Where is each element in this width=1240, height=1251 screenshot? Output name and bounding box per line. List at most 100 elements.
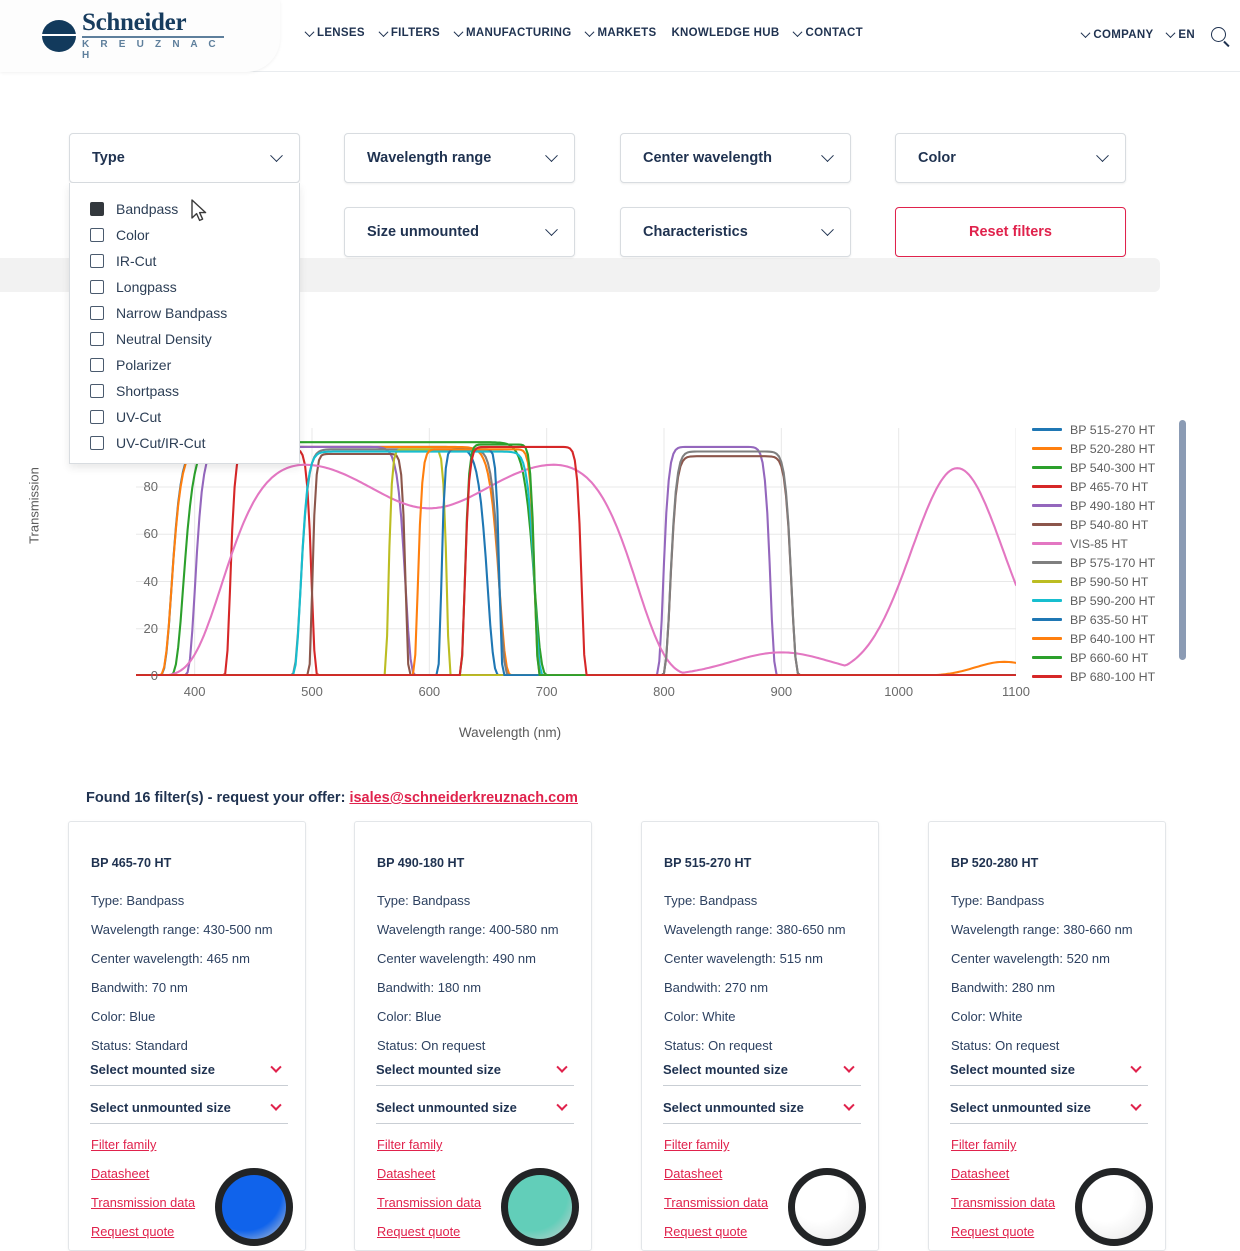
card-link-transmission-data[interactable]: Transmission data bbox=[377, 1195, 481, 1210]
select-mounted-size-dropdown[interactable]: Select mounted size bbox=[90, 1061, 288, 1086]
checkbox-icon[interactable] bbox=[90, 384, 104, 398]
type-option-color[interactable]: Color bbox=[70, 222, 299, 248]
chevron-down-icon bbox=[556, 1061, 568, 1073]
legend-item-label: BP 680-100 HT bbox=[1070, 669, 1156, 684]
card-type: Type: Bandpass bbox=[951, 893, 1045, 908]
filter-characteristics-label: Characteristics bbox=[643, 224, 748, 240]
select-unmounted-size-dropdown[interactable]: Select unmounted size bbox=[90, 1099, 288, 1124]
filter-card[interactable]: BP 520-280 HT Type: Bandpass Wavelength ra… bbox=[928, 821, 1166, 1251]
schneider-kreuznach-logo[interactable]: Schneider K R E U Z N A C H bbox=[40, 10, 224, 61]
legend-item[interactable]: BP 540-300 HT bbox=[1032, 458, 1180, 477]
chevron-down-icon bbox=[793, 26, 803, 37]
legend-item[interactable]: BP 590-200 HT bbox=[1032, 591, 1180, 610]
chart-x-tick: 800 bbox=[653, 684, 675, 699]
card-link-datasheet[interactable]: Datasheet bbox=[664, 1166, 722, 1181]
select-mounted-size-dropdown[interactable]: Select mounted size bbox=[950, 1061, 1148, 1086]
logo-brand: Schneider bbox=[82, 9, 187, 36]
checkbox-icon[interactable] bbox=[90, 436, 104, 450]
filter-color-select[interactable]: Color bbox=[895, 133, 1126, 183]
legend-color-swatch bbox=[1032, 523, 1062, 526]
type-option-uv-cut[interactable]: UV-Cut bbox=[70, 404, 299, 430]
nav-item-en[interactable]: EN bbox=[1165, 28, 1195, 41]
legend-item[interactable]: BP 465-70 HT bbox=[1032, 477, 1180, 496]
filter-size-unmounted-select[interactable]: Size unmounted bbox=[344, 207, 575, 257]
card-link-request-quote[interactable]: Request quote bbox=[951, 1224, 1034, 1239]
type-option-bandpass[interactable]: Bandpass bbox=[70, 196, 299, 222]
card-center-wavelength: Center wavelength: 520 nm bbox=[951, 951, 1110, 966]
card-link-filter-family[interactable]: Filter family bbox=[91, 1137, 156, 1152]
select-mounted-size-dropdown[interactable]: Select mounted size bbox=[376, 1061, 574, 1086]
filter-card[interactable]: BP 465-70 HT Type: Bandpass Wavelength ran… bbox=[68, 821, 306, 1251]
nav-item-lenses[interactable]: LENSES bbox=[304, 26, 365, 39]
legend-item[interactable]: BP 540-80 HT bbox=[1032, 515, 1180, 534]
search-icon[interactable] bbox=[1211, 27, 1226, 42]
nav-item-company[interactable]: COMPANY bbox=[1080, 28, 1153, 41]
filter-characteristics-select[interactable]: Characteristics bbox=[620, 207, 851, 257]
nav-item-contact[interactable]: CONTACT bbox=[793, 26, 863, 39]
chart-x-axis-label: Wavelength (nm) bbox=[458, 725, 562, 740]
logo-rule bbox=[82, 36, 224, 38]
nav-item-filters[interactable]: FILTERS bbox=[378, 26, 440, 39]
type-option-uv-cut-ir-cut[interactable]: UV-Cut/IR-Cut bbox=[70, 430, 299, 456]
filter-card[interactable]: BP 490-180 HT Type: Bandpass Wavelength ra… bbox=[354, 821, 592, 1251]
type-option-ir-cut[interactable]: IR-Cut bbox=[70, 248, 299, 274]
checkbox-icon[interactable] bbox=[90, 358, 104, 372]
card-wavelength-range: Wavelength range: 380-650 nm bbox=[664, 922, 846, 937]
select-unmounted-size-dropdown[interactable]: Select unmounted size bbox=[950, 1099, 1148, 1124]
select-label: Select unmounted size bbox=[663, 1100, 804, 1115]
card-link-filter-family[interactable]: Filter family bbox=[951, 1137, 1016, 1152]
select-unmounted-size-dropdown[interactable]: Select unmounted size bbox=[663, 1099, 861, 1124]
legend-scrollbar[interactable] bbox=[1179, 420, 1186, 660]
select-mounted-size-dropdown[interactable]: Select mounted size bbox=[663, 1061, 861, 1086]
card-link-transmission-data[interactable]: Transmission data bbox=[91, 1195, 195, 1210]
type-option-neutral-density[interactable]: Neutral Density bbox=[70, 326, 299, 352]
legend-item[interactable]: BP 640-100 HT bbox=[1032, 629, 1180, 648]
logo-sub: K R E U Z N A C H bbox=[82, 39, 220, 61]
card-link-datasheet[interactable]: Datasheet bbox=[951, 1166, 1009, 1181]
card-link-transmission-data[interactable]: Transmission data bbox=[664, 1195, 768, 1210]
card-link-transmission-data[interactable]: Transmission data bbox=[951, 1195, 1055, 1210]
card-link-datasheet[interactable]: Datasheet bbox=[377, 1166, 435, 1181]
legend-item[interactable]: BP 680-100 HT bbox=[1032, 667, 1180, 686]
legend-item[interactable]: BP 660-60 HT bbox=[1032, 648, 1180, 667]
legend-item[interactable]: BP 490-180 HT bbox=[1032, 496, 1180, 515]
select-unmounted-size-dropdown[interactable]: Select unmounted size bbox=[376, 1099, 574, 1124]
nav-item-markets[interactable]: MARKETS bbox=[585, 26, 656, 39]
type-option-longpass[interactable]: Longpass bbox=[70, 274, 299, 300]
checkbox-icon[interactable] bbox=[90, 410, 104, 424]
checkbox-icon[interactable] bbox=[90, 228, 104, 242]
filter-center-wavelength-select[interactable]: Center wavelength bbox=[620, 133, 851, 183]
filter-wavelength-range-select[interactable]: Wavelength range bbox=[344, 133, 575, 183]
card-link-filter-family[interactable]: Filter family bbox=[377, 1137, 442, 1152]
legend-item[interactable]: BP 515-270 HT bbox=[1032, 420, 1180, 439]
checkbox-icon[interactable] bbox=[90, 332, 104, 346]
card-center-wavelength: Center wavelength: 515 nm bbox=[664, 951, 823, 966]
type-filter-dropdown-panel[interactable]: Bandpass Color IR-Cut Longpass Narrow Bandpa… bbox=[69, 183, 300, 464]
legend-color-swatch bbox=[1032, 580, 1062, 583]
legend-item[interactable]: VIS-85 HT bbox=[1032, 534, 1180, 553]
card-link-filter-family[interactable]: Filter family bbox=[664, 1137, 729, 1152]
card-link-request-quote[interactable]: Request quote bbox=[664, 1224, 747, 1239]
type-option-polarizer[interactable]: Polarizer bbox=[70, 352, 299, 378]
checkbox-icon[interactable] bbox=[90, 306, 104, 320]
checkbox-icon[interactable] bbox=[90, 280, 104, 294]
legend-item[interactable]: BP 520-280 HT bbox=[1032, 439, 1180, 458]
checkbox-checked-icon[interactable] bbox=[90, 202, 104, 216]
nav-item-knowledge-hub[interactable]: KNOWLEDGE HUB bbox=[671, 27, 779, 39]
type-option-shortpass[interactable]: Shortpass bbox=[70, 378, 299, 404]
type-option-narrow-bandpass[interactable]: Narrow Bandpass bbox=[70, 300, 299, 326]
nav-item-manufacturing[interactable]: MANUFACTURING bbox=[453, 26, 571, 39]
legend-item[interactable]: BP 635-50 HT bbox=[1032, 610, 1180, 629]
legend-item[interactable]: BP 575-170 HT bbox=[1032, 553, 1180, 572]
legend-item[interactable]: BP 590-50 HT bbox=[1032, 572, 1180, 591]
card-link-datasheet[interactable]: Datasheet bbox=[91, 1166, 149, 1181]
filter-card[interactable]: BP 515-270 HT Type: Bandpass Wavelength ra… bbox=[641, 821, 879, 1251]
card-link-request-quote[interactable]: Request quote bbox=[91, 1224, 174, 1239]
chart-legend[interactable]: BP 515-270 HT BP 520-280 HT BP 540-300 HT B… bbox=[1032, 420, 1186, 684]
card-link-request-quote[interactable]: Request quote bbox=[377, 1224, 460, 1239]
sales-email-link[interactable]: isales@schneiderkreuznach.com bbox=[349, 790, 578, 806]
filter-type-select[interactable]: Type bbox=[69, 133, 300, 183]
legend-item-label: BP 520-280 HT bbox=[1070, 441, 1156, 456]
reset-filters-button[interactable]: Reset filters bbox=[895, 207, 1126, 257]
checkbox-icon[interactable] bbox=[90, 254, 104, 268]
